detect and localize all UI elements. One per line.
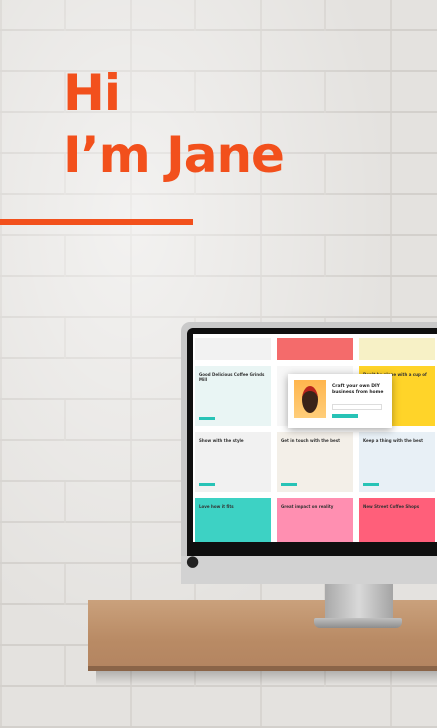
thumbnail-button [281, 483, 297, 486]
monitor: Good Delicious Coffee Grinds MillDon’t b… [181, 322, 437, 584]
thumbnail-title: Great impact on reality [281, 504, 334, 509]
thumbnail-title: Good Delicious Coffee Grinds Mill [199, 372, 265, 382]
website-thumbnail [359, 338, 435, 360]
hero-line-1: Hi [63, 64, 121, 122]
monitor-screen: Good Delicious Coffee Grinds MillDon’t b… [193, 334, 437, 542]
thumbnail-button [363, 483, 379, 486]
desk-shadow [96, 671, 437, 685]
thumbnail-title: Keep a thing with the best [363, 438, 423, 443]
monitor-stand [325, 584, 393, 620]
thumbnail-title: Get in touch with the best [281, 438, 340, 443]
website-thumbnail-grid: Good Delicious Coffee Grinds MillDon’t b… [195, 338, 437, 542]
monitor-chin [181, 556, 437, 584]
thumbnail-button [199, 483, 215, 486]
website-thumbnail: Show with the style [195, 432, 271, 492]
website-thumbnail: Great impact on reality [277, 498, 353, 542]
website-thumbnail [277, 338, 353, 360]
modal-submit-button [332, 414, 358, 418]
modal-portrait [294, 380, 326, 418]
hero-headline: Hi I’m Jane [63, 62, 285, 186]
thumbnail-title: Show with the style [199, 438, 244, 443]
thumbnail-button [199, 417, 215, 420]
signup-modal: Craft your own DIY business from home [288, 374, 392, 428]
website-thumbnail: Keep a thing with the best [359, 432, 435, 492]
website-thumbnail [195, 338, 271, 360]
thumbnail-title: Love how it fits [199, 504, 234, 509]
apple-icon: ● [186, 552, 200, 570]
website-thumbnail: Get in touch with the best [277, 432, 353, 492]
modal-email-field [332, 404, 382, 410]
hero-line-2: I’m Jane [63, 126, 285, 184]
hero-underline [0, 219, 193, 225]
thumbnail-title: New Street Coffee Shops [363, 504, 420, 509]
modal-title: Craft your own DIY business from home [332, 384, 384, 395]
monitor-stand-base [314, 618, 402, 628]
website-thumbnail: Love how it fits [195, 498, 271, 542]
website-thumbnail: New Street Coffee Shops [359, 498, 435, 542]
website-thumbnail: Good Delicious Coffee Grinds Mill [195, 366, 271, 426]
